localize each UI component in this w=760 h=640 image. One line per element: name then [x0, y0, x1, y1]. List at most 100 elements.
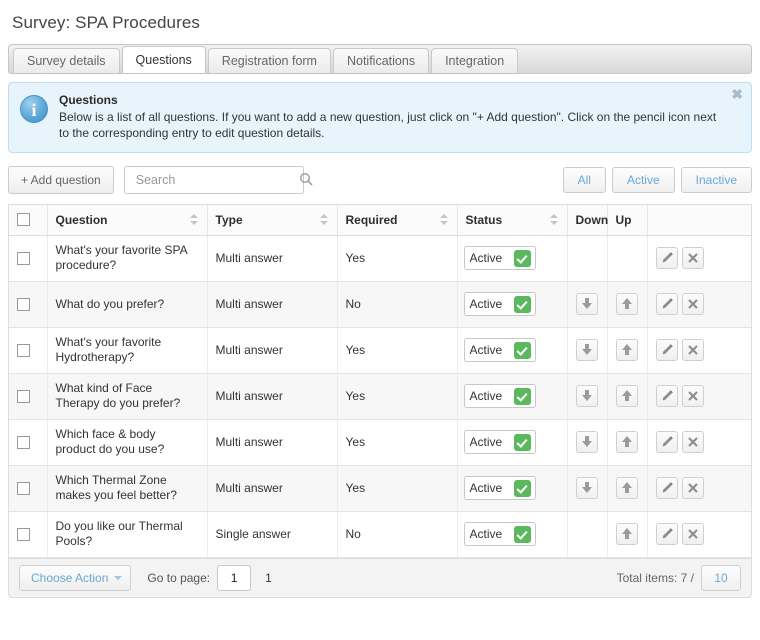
column-header-down: Down — [566, 205, 608, 236]
edit-pencil-icon[interactable] — [655, 431, 678, 453]
choose-action-dropdown[interactable]: Choose Action — [19, 564, 132, 591]
delete-close-icon[interactable] — [681, 293, 704, 315]
status-select[interactable]: Active — [463, 246, 536, 270]
column-header-actions — [646, 205, 751, 236]
row-checkbox[interactable] — [17, 344, 30, 358]
status-label: Active — [469, 527, 503, 541]
move-down-cell — [566, 281, 607, 328]
edit-pencil-icon[interactable] — [655, 339, 678, 361]
row-checkbox[interactable] — [17, 528, 30, 542]
move-down-icon[interactable] — [576, 385, 598, 407]
delete-close-icon[interactable] — [681, 385, 704, 407]
move-up-cell — [606, 419, 647, 466]
table-row: What's your favorite Hydrotherapy? Multi … — [9, 327, 751, 374]
edit-pencil-icon[interactable] — [655, 385, 678, 407]
move-up-icon[interactable] — [616, 477, 638, 499]
tab-integration[interactable]: Integration — [431, 48, 519, 73]
row-checkbox[interactable] — [17, 252, 30, 266]
status-select[interactable]: Active — [463, 522, 536, 546]
type-cell: Multi answer — [206, 327, 337, 374]
filter-button-active[interactable]: Active — [611, 167, 675, 193]
check-icon — [513, 341, 531, 359]
move-up-icon[interactable] — [616, 385, 638, 407]
edit-pencil-icon[interactable] — [655, 293, 678, 315]
row-checkbox[interactable] — [17, 482, 30, 496]
status-label: Active — [469, 389, 503, 403]
tab-survey-details[interactable]: Survey details — [13, 48, 120, 73]
column-header-required[interactable]: Required — [336, 205, 457, 236]
column-header-label: Question — [55, 212, 108, 227]
move-up-icon[interactable] — [616, 431, 638, 453]
status-cell: Active — [456, 465, 567, 512]
edit-pencil-icon[interactable] — [655, 477, 678, 499]
move-up-icon[interactable] — [616, 523, 638, 545]
move-down-cell — [566, 511, 607, 558]
page-title: Survey: SPA Procedures — [12, 13, 201, 32]
tab-questions[interactable]: Questions — [121, 46, 206, 73]
status-select[interactable]: Active — [463, 476, 536, 500]
choose-action-label: Choose Action — [31, 570, 109, 585]
actions-cell — [646, 465, 751, 512]
row-select-cell — [9, 465, 47, 512]
select-all-checkbox[interactable] — [17, 213, 30, 227]
row-checkbox[interactable] — [17, 390, 30, 404]
question-cell: Which face & body product do you use? — [46, 419, 207, 466]
status-cell: Active — [456, 281, 567, 328]
search-box[interactable] — [123, 166, 313, 194]
delete-close-icon[interactable] — [681, 339, 704, 361]
column-header-type[interactable]: Type — [206, 205, 337, 236]
question-cell: Which Thermal Zone makes you feel better… — [46, 465, 207, 512]
status-select[interactable]: Active — [463, 338, 536, 362]
row-checkbox[interactable] — [17, 298, 30, 312]
edit-pencil-icon[interactable] — [655, 523, 678, 545]
tab-notifications[interactable]: Notifications — [332, 48, 430, 73]
status-select[interactable]: Active — [463, 384, 536, 408]
edit-pencil-icon[interactable] — [655, 247, 678, 269]
close-icon[interactable]: ✖ — [731, 87, 743, 101]
question-text: What's your favorite SPA procedure? — [55, 243, 187, 272]
column-header-question[interactable]: Question — [46, 205, 207, 236]
info-banner-title: Questions — [59, 93, 118, 107]
status-select[interactable]: Active — [463, 292, 536, 316]
required-cell: No — [336, 511, 457, 558]
tab-registration-form[interactable]: Registration form — [207, 48, 331, 73]
add-question-button[interactable]: + Add question — [8, 166, 114, 194]
sort-icon[interactable] — [319, 213, 329, 226]
row-checkbox[interactable] — [17, 436, 30, 450]
table-body: What's your favorite SPA procedure? Multi… — [9, 235, 751, 558]
table-row: What do you prefer? Multi answer No Active — [9, 281, 751, 328]
column-header-status[interactable]: Status — [456, 205, 567, 236]
move-down-icon[interactable] — [576, 477, 598, 499]
column-header-select — [9, 205, 47, 236]
search-input[interactable] — [133, 172, 299, 188]
info-icon — [20, 95, 48, 123]
status-select[interactable]: Active — [463, 430, 536, 454]
search-icon[interactable] — [299, 172, 313, 189]
move-down-icon[interactable] — [576, 293, 598, 315]
page-number-input[interactable] — [217, 564, 252, 591]
table-row: What's your favorite SPA procedure? Multi… — [9, 235, 751, 282]
move-down-icon[interactable] — [576, 431, 598, 453]
move-up-icon[interactable] — [616, 339, 638, 361]
table-header-row: Question Type Required Status Down Up — [9, 205, 751, 236]
table-footer: Choose Action Go to page: 1 Total items:… — [8, 557, 752, 598]
total-items-group: Total items: 7 / 10 — [617, 564, 741, 591]
delete-close-icon[interactable] — [681, 247, 704, 269]
delete-close-icon[interactable] — [681, 477, 704, 499]
move-down-cell — [566, 419, 607, 466]
move-up-cell — [606, 511, 647, 558]
column-header-label: Required — [345, 212, 398, 227]
filter-button-all[interactable]: All — [562, 167, 606, 193]
sort-icon[interactable] — [189, 213, 199, 226]
check-icon — [513, 249, 531, 267]
per-page-selector[interactable]: 10 — [701, 564, 741, 591]
actions-cell — [646, 373, 751, 420]
move-up-icon[interactable] — [616, 293, 638, 315]
question-text: What's your favorite Hydrotherapy? — [55, 335, 162, 364]
delete-close-icon[interactable] — [681, 523, 704, 545]
filter-button-inactive[interactable]: Inactive — [680, 167, 752, 193]
move-down-icon[interactable] — [576, 339, 598, 361]
sort-icon[interactable] — [549, 213, 559, 226]
delete-close-icon[interactable] — [681, 431, 704, 453]
sort-icon[interactable] — [439, 213, 449, 226]
